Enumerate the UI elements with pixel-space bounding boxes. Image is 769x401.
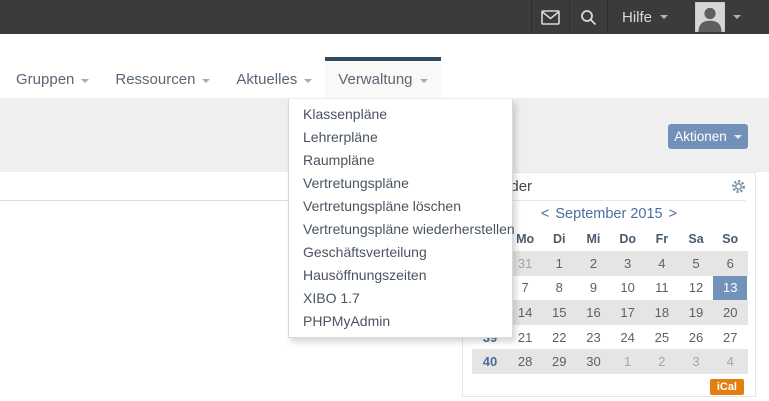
- week-number: 40: [472, 349, 508, 374]
- day-cell[interactable]: 18: [645, 300, 679, 325]
- search-icon: [580, 9, 597, 26]
- day-cell[interactable]: 23: [576, 325, 610, 350]
- day-cell-selected[interactable]: 13: [713, 276, 747, 301]
- verwaltung-dropdown-menu: KlassenpläneLehrerpläneRaumpläneVertretu…: [288, 99, 513, 338]
- weekday-label: Mi: [576, 227, 610, 251]
- day-cell[interactable]: 24: [611, 325, 645, 350]
- weekday-label: Sa: [679, 227, 713, 251]
- search-button[interactable]: [569, 0, 607, 34]
- calendar-week-row: 3814151617181920: [472, 300, 748, 325]
- day-cell[interactable]: 4: [713, 349, 747, 374]
- chevron-down-icon: [81, 79, 89, 83]
- chevron-down-icon: [734, 135, 742, 139]
- day-cell[interactable]: 3: [679, 349, 713, 374]
- gear-icon: [731, 179, 746, 194]
- day-cell[interactable]: 21: [508, 325, 542, 350]
- weekday-label: Fr: [645, 227, 679, 251]
- chevron-down-icon: [733, 15, 741, 19]
- menu-item-phpmyadmin[interactable]: PHPMyAdmin: [289, 310, 512, 333]
- day-cell[interactable]: 2: [576, 251, 610, 276]
- calendar-grid: MoDiMiDoFrSaSo36311234563778910111213381…: [472, 227, 748, 374]
- day-cell[interactable]: 2: [645, 349, 679, 374]
- day-cell[interactable]: 1: [542, 251, 576, 276]
- nav-item-label: Verwaltung: [338, 71, 412, 88]
- day-cell[interactable]: 15: [542, 300, 576, 325]
- chevron-down-icon: [420, 79, 428, 83]
- day-cell[interactable]: 6: [713, 251, 747, 276]
- calendar-week-row: 3921222324252627: [472, 325, 748, 350]
- nav-item-label: Ressourcen: [115, 71, 195, 88]
- nav-item-label: Aktuelles: [236, 71, 297, 88]
- day-cell[interactable]: 19: [679, 300, 713, 325]
- month-label: September 2015: [555, 206, 662, 222]
- menu-item-vertretungspl-ne-wiederherstellen[interactable]: Vertretungspläne wiederherstellen: [289, 218, 512, 241]
- actions-button[interactable]: Aktionen: [668, 124, 748, 149]
- help-label: Hilfe: [622, 9, 652, 26]
- calendar-footer: iCal: [472, 374, 746, 395]
- day-cell[interactable]: 10: [611, 276, 645, 301]
- day-cell[interactable]: 29: [542, 349, 576, 374]
- day-cell[interactable]: 22: [542, 325, 576, 350]
- day-cell[interactable]: 5: [679, 251, 713, 276]
- day-cell[interactable]: 30: [576, 349, 610, 374]
- day-cell[interactable]: 17: [611, 300, 645, 325]
- menu-item-raumpl-ne[interactable]: Raumpläne: [289, 149, 512, 172]
- topbar-actions: Hilfe: [531, 0, 769, 34]
- day-cell[interactable]: 26: [679, 325, 713, 350]
- calendar-week-row: 402829301234: [472, 349, 748, 374]
- day-cell[interactable]: 20: [713, 300, 747, 325]
- ical-button[interactable]: iCal: [710, 379, 744, 395]
- mail-button[interactable]: [531, 0, 569, 34]
- day-cell[interactable]: 16: [576, 300, 610, 325]
- day-cell[interactable]: 8: [542, 276, 576, 301]
- day-cell[interactable]: 28: [508, 349, 542, 374]
- menu-item-gesch-ftsverteilung[interactable]: Geschäftsverteilung: [289, 241, 512, 264]
- nav-items: Gruppen Ressourcen Aktuelles Verwaltung: [3, 57, 441, 98]
- calendar-week-row: 3778910111213: [472, 276, 748, 301]
- weekday-label: Do: [611, 227, 645, 251]
- nav-item-gruppen[interactable]: Gruppen: [3, 57, 102, 98]
- main-nav: Gruppen Ressourcen Aktuelles Verwaltung: [0, 34, 769, 98]
- day-cell[interactable]: 4: [645, 251, 679, 276]
- day-cell[interactable]: 27: [713, 325, 747, 350]
- day-cell[interactable]: 31: [508, 251, 542, 276]
- mail-icon: [541, 10, 560, 25]
- calendar-header: Kalender: [472, 173, 746, 201]
- day-cell[interactable]: 12: [679, 276, 713, 301]
- topbar: Hilfe: [0, 0, 769, 34]
- day-cell[interactable]: 7: [508, 276, 542, 301]
- menu-item-klassenpl-ne[interactable]: Klassenpläne: [289, 103, 512, 126]
- day-cell[interactable]: 25: [645, 325, 679, 350]
- user-menu[interactable]: [682, 0, 741, 34]
- weekday-label: Di: [542, 227, 576, 251]
- chevron-down-icon: [304, 79, 312, 83]
- prev-month-button[interactable]: <: [541, 206, 549, 222]
- actions-label: Aktionen: [674, 129, 727, 144]
- weekday-label: So: [713, 227, 747, 251]
- calendar-week-row: 3631123456: [472, 251, 748, 276]
- help-menu[interactable]: Hilfe: [607, 0, 682, 34]
- chevron-down-icon: [660, 15, 668, 19]
- day-cell[interactable]: 3: [611, 251, 645, 276]
- day-cell[interactable]: 1: [611, 349, 645, 374]
- menu-item-vertretungspl-ne-l-schen[interactable]: Vertretungspläne löschen: [289, 195, 512, 218]
- nav-item-label: Gruppen: [16, 71, 74, 88]
- nav-item-aktuelles[interactable]: Aktuelles: [223, 57, 325, 98]
- nav-item-ressourcen[interactable]: Ressourcen: [102, 57, 223, 98]
- nav-item-verwaltung[interactable]: Verwaltung: [325, 57, 440, 98]
- day-cell[interactable]: 9: [576, 276, 610, 301]
- menu-item-vertretungspl-ne[interactable]: Vertretungspläne: [289, 172, 512, 195]
- avatar: [695, 2, 725, 32]
- next-month-button[interactable]: >: [669, 206, 677, 222]
- menu-item-haus-ffnungszeiten[interactable]: Hausöffnungszeiten: [289, 264, 512, 287]
- chevron-down-icon: [202, 79, 210, 83]
- menu-item-xibo-1-7[interactable]: XIBO 1.7: [289, 287, 512, 310]
- settings-button[interactable]: [731, 179, 746, 194]
- day-cell[interactable]: 11: [645, 276, 679, 301]
- menu-item-lehrerpl-ne[interactable]: Lehrerpläne: [289, 126, 512, 149]
- day-cell[interactable]: 14: [508, 300, 542, 325]
